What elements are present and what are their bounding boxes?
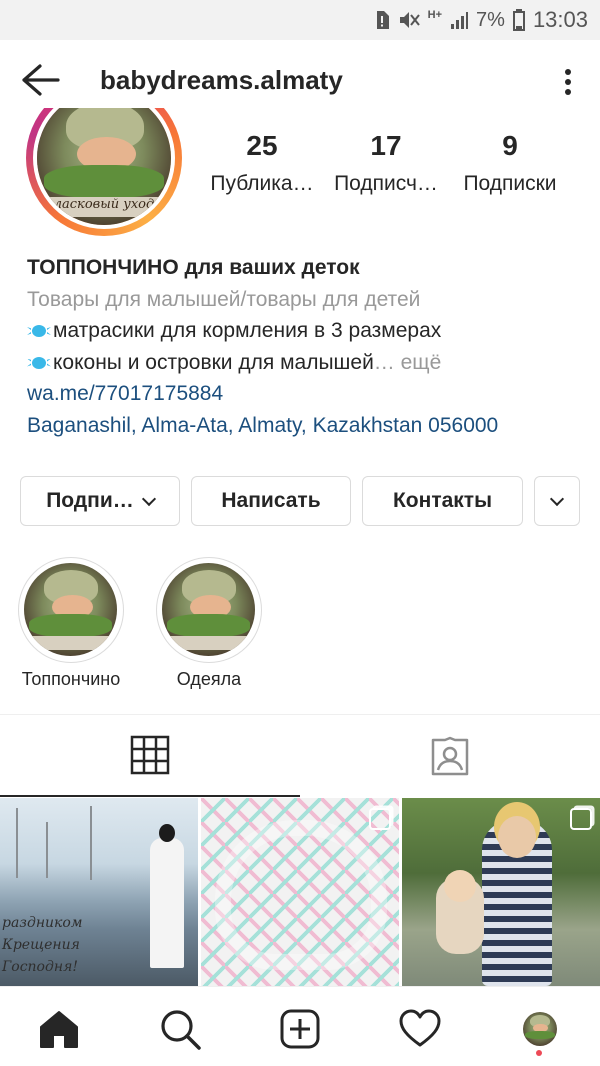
bio-website-link[interactable]: wa.me/77017175884	[27, 378, 587, 410]
bio-category: Товары для малышей/товары для детей	[27, 287, 421, 311]
stat-following-label: Подписки	[463, 172, 557, 195]
notification-dot	[536, 1050, 542, 1056]
highlight-cover	[162, 563, 255, 656]
highlight-label: Одеяла	[176, 669, 242, 689]
sim-warning-icon	[374, 10, 390, 30]
message-button-label: Написать	[221, 489, 321, 512]
more-options-icon[interactable]	[556, 64, 580, 100]
suggested-accounts-button[interactable]	[534, 476, 580, 526]
stat-posts-label: Публика…	[210, 172, 314, 195]
post-grid: раздником Крещения Господня!	[0, 798, 600, 986]
candy-icon	[27, 324, 51, 338]
highlight-ring	[18, 557, 124, 663]
signal-icon	[450, 10, 469, 30]
profile-username: babydreams.almaty	[100, 65, 343, 95]
home-icon[interactable]	[37, 1007, 81, 1051]
bio-name: ТОППОНЧИНО для ваших деток	[27, 256, 360, 279]
candy-icon	[27, 356, 51, 370]
highlight-cover	[24, 563, 117, 656]
status-bar: H+ 7% 13:03	[0, 0, 600, 40]
grid-icon	[130, 735, 170, 775]
avatar	[523, 1012, 557, 1046]
network-type: H+	[427, 9, 443, 21]
post-thumbnail[interactable]	[402, 798, 600, 986]
bio-line-2-text: коконы и островки для малышей	[53, 350, 374, 374]
clock: 13:03	[532, 7, 588, 32]
new-post-icon[interactable]	[278, 1007, 322, 1051]
profile-avatar[interactable]: ласковый уход	[24, 108, 184, 238]
story-highlight[interactable]: Одеяла	[156, 557, 262, 689]
mute-icon	[398, 10, 420, 30]
highlight-ring	[156, 557, 262, 663]
tab-grid[interactable]	[0, 715, 300, 797]
battery-percent: 7%	[476, 8, 505, 31]
post-thumbnail[interactable]	[201, 798, 399, 986]
activity-heart-icon[interactable]	[398, 1007, 442, 1051]
contacts-button[interactable]: Контакты	[362, 476, 523, 526]
back-arrow-icon[interactable]	[18, 62, 62, 98]
story-ring: ласковый уход	[26, 108, 182, 236]
stat-posts-count: 25	[246, 130, 278, 161]
post-thumbnail[interactable]: раздником Крещения Господня!	[0, 798, 198, 986]
multiple-photos-icon	[369, 808, 391, 830]
avatar-caption: ласковый уход	[53, 196, 155, 212]
profile-stats: 25 Публика… 17 Подписч… 9 Подписки	[200, 128, 590, 196]
tab-tagged[interactable]	[300, 715, 600, 797]
tagged-person-icon	[431, 736, 469, 776]
message-button[interactable]: Написать	[191, 476, 351, 526]
stat-followers-label: Подписч…	[334, 172, 438, 195]
multiple-photos-icon	[570, 808, 592, 830]
story-highlight[interactable]: Топпончино	[18, 557, 124, 689]
bottom-navigation	[0, 986, 600, 1066]
battery-icon	[512, 9, 525, 31]
profile-tab[interactable]	[518, 1007, 562, 1051]
stat-following[interactable]: 9 Подписки	[448, 128, 572, 196]
stat-posts[interactable]: 25 Публика…	[200, 128, 324, 196]
bio-line-1: матрасики для кормления в 3 размерах	[27, 315, 587, 347]
stat-followers[interactable]: 17 Подписч…	[324, 128, 448, 196]
post-overlay-text: раздником Крещения Господня!	[2, 915, 83, 975]
contacts-button-label: Контакты	[392, 489, 493, 512]
stat-following-count: 9	[502, 130, 518, 161]
following-button-label: Подпи…	[46, 489, 134, 512]
stat-followers-count: 17	[370, 130, 402, 161]
avatar-image: ласковый уход	[33, 108, 175, 229]
profile-tabs	[0, 714, 600, 797]
bio-line-2: коконы и островки для малышей… ещё	[27, 347, 587, 379]
profile-bio: ТОППОНЧИНО для ваших деток Товары для ма…	[27, 252, 587, 441]
bio-line-1-text: матрасики для кормления в 3 размерах	[53, 319, 442, 342]
search-icon[interactable]	[158, 1007, 202, 1051]
following-button[interactable]: Подпи…	[20, 476, 180, 526]
chevron-down-icon	[549, 491, 565, 506]
bio-address-link[interactable]: Baganashil, Alma-Ata, Almaty, Kazakhstan…	[27, 410, 587, 442]
bio-more-link[interactable]: … ещё	[374, 351, 441, 374]
chevron-down-icon	[141, 491, 156, 506]
